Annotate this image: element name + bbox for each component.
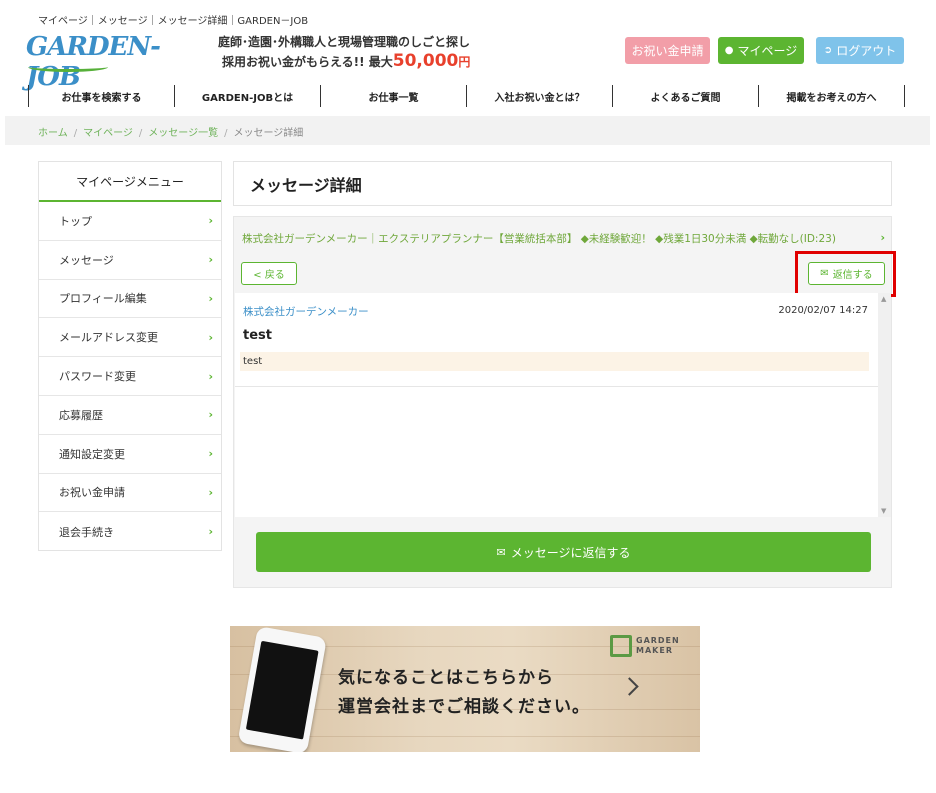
back-button[interactable]: < 戻る <box>241 262 297 285</box>
breadcrumb-separator: / <box>224 128 228 139</box>
sidebar-item-label: メッセージ <box>59 253 114 267</box>
logo-swoosh <box>28 62 108 72</box>
nav-item-about[interactable]: GARDEN-JOBとは <box>174 85 320 107</box>
message-panel: 株式会社ガーデンメーカー｜エクステリアプランナー【営業統括本部】 ◆未経験歓迎！… <box>233 216 896 588</box>
sidebar-item-label: 応募履歴 <box>59 408 103 422</box>
sidebar-item-message[interactable]: メッセージ › <box>39 241 221 280</box>
sidebar-item-history[interactable]: 応募履歴 › <box>39 396 221 435</box>
top-breadcrumb: マイページ｜メッセージ｜メッセージ詳細｜GARDEN－JOB <box>38 16 309 27</box>
chevron-right-icon: › <box>208 291 213 305</box>
breadcrumb-separator: / <box>138 128 143 139</box>
nav-item-job-list[interactable]: お仕事一覧 <box>320 85 466 107</box>
message-sender[interactable]: 株式会社ガーデンメーカー <box>243 304 369 319</box>
mypage-label: マイページ <box>737 44 798 58</box>
sidebar-item-label: お祝い金申請 <box>59 486 125 500</box>
highlight-box <box>795 251 896 297</box>
breadcrumb-messages[interactable]: メッセージ一覧 <box>148 128 218 139</box>
logout-button[interactable]: ➲ ログアウト <box>816 37 904 64</box>
tagline-line2: 採用お祝い金がもらえる!! 最大50,000円 <box>222 51 470 71</box>
chevron-right-icon: › <box>208 447 213 461</box>
sidebar-item-notifications[interactable]: 通知設定変更 › <box>39 435 221 474</box>
chevron-right-icon <box>620 677 639 696</box>
tagline-amount: 50,000 <box>392 51 459 71</box>
tagline-line1: 庭師･造園･外構職人と現場管理職のしごと探し <box>218 35 471 49</box>
sidebar-item-label: メールアドレス変更 <box>59 331 158 345</box>
breadcrumb: ホーム / マイページ / メッセージ一覧 / メッセージ詳細 <box>38 124 303 139</box>
message-list[interactable]: 株式会社ガーデンメーカー 2020/02/07 14:27 test test <box>235 293 878 517</box>
sidebar-item-label: トップ <box>59 214 92 228</box>
sidebar-item-password[interactable]: パスワード変更 › <box>39 357 221 396</box>
banner-text-line1: 気になることはこちらから <box>338 668 554 688</box>
user-icon: ● <box>724 45 734 56</box>
message-scrollbar[interactable]: ▲ ▼ <box>878 293 891 517</box>
mypage-sidebar: マイページメニュー トップ › メッセージ › プロフィール編集 › メールアドレス変… <box>38 161 222 551</box>
smartphone-image <box>237 626 327 752</box>
chevron-right-icon: › <box>208 214 213 228</box>
sidebar-item-withdraw[interactable]: 退会手続き › <box>39 512 221 551</box>
nav-item-search[interactable]: お仕事を検索する <box>28 85 174 107</box>
chevron-right-icon: › <box>880 231 885 244</box>
logo-line1: GARDEN <box>636 636 680 645</box>
message-title: test <box>243 328 272 343</box>
banner-text-line2: 運営会社までご相談ください。 <box>338 697 590 717</box>
breadcrumb-separator: / <box>73 128 78 139</box>
message-body: test <box>240 352 869 371</box>
scroll-up-icon[interactable]: ▲ <box>881 295 886 303</box>
global-nav: お仕事を検索する GARDEN-JOBとは お仕事一覧 入社お祝い金とは？ よく… <box>28 85 905 107</box>
logout-icon: ➲ <box>823 45 833 56</box>
mypage-button[interactable]: ● マイページ <box>718 37 804 64</box>
sidebar-item-profile[interactable]: プロフィール編集 › <box>39 280 221 319</box>
tagline-prefix: 採用お祝い金がもらえる!! 最大 <box>222 55 393 69</box>
sidebar-item-celebration[interactable]: お祝い金申請 › <box>39 474 221 513</box>
sidebar-item-label: 退会手続き <box>59 525 114 539</box>
mail-icon: ✉ <box>496 545 506 559</box>
chevron-right-icon: › <box>208 330 213 344</box>
sidebar-item-label: 通知設定変更 <box>59 447 125 461</box>
house-icon <box>610 635 632 657</box>
message-divider <box>235 386 878 387</box>
chevron-right-icon: › <box>208 485 213 499</box>
chevron-right-icon: › <box>208 525 213 539</box>
message-date: 2020/02/07 14:27 <box>778 305 868 316</box>
nav-item-employers[interactable]: 掲載をお考えの方へ <box>758 85 905 107</box>
breadcrumb-current: メッセージ詳細 <box>233 128 304 139</box>
logo-line2: MAKER <box>636 646 673 655</box>
scroll-down-icon[interactable]: ▼ <box>881 507 886 515</box>
reply-to-message-label: メッセージに返信する <box>510 545 631 560</box>
reply-to-message-button[interactable]: ✉ メッセージに返信する <box>256 532 871 572</box>
tagline-yen: 円 <box>458 55 471 69</box>
sidebar-title: マイページメニュー <box>39 162 221 202</box>
chevron-right-icon: › <box>208 369 213 383</box>
breadcrumb-bar: ホーム / マイページ / メッセージ一覧 / メッセージ詳細 <box>5 116 930 145</box>
chevron-right-icon: › <box>208 253 213 267</box>
breadcrumb-mypage[interactable]: マイページ <box>83 128 133 139</box>
site-logo[interactable]: GARDEN-JOB <box>26 32 212 92</box>
nav-item-faq[interactable]: よくあるご質問 <box>612 85 758 107</box>
sidebar-item-label: パスワード変更 <box>59 370 136 384</box>
contact-banner[interactable]: GARDEN MAKER 気になることはこちらから 運営会社までご相談ください。 <box>230 626 700 752</box>
sidebar-item-label: プロフィール編集 <box>59 292 147 306</box>
nav-item-celebration-info[interactable]: 入社お祝い金とは？ <box>466 85 612 107</box>
chevron-right-icon: › <box>208 408 213 422</box>
garden-maker-logo: GARDEN MAKER <box>610 635 680 657</box>
page-title: メッセージ詳細 <box>233 161 892 206</box>
sidebar-item-email[interactable]: メールアドレス変更 › <box>39 318 221 358</box>
thread-subject-link[interactable]: 株式会社ガーデンメーカー｜エクステリアプランナー【営業統括本部】 ◆未経験歓迎！… <box>242 231 836 246</box>
logout-label: ログアウト <box>836 44 897 58</box>
breadcrumb-home[interactable]: ホーム <box>38 128 68 139</box>
smartphone-screen <box>245 640 319 740</box>
sidebar-item-top[interactable]: トップ › <box>39 202 221 241</box>
celebration-apply-label: お祝い金申請 <box>631 44 704 58</box>
celebration-apply-button[interactable]: お祝い金申請 <box>625 37 710 64</box>
